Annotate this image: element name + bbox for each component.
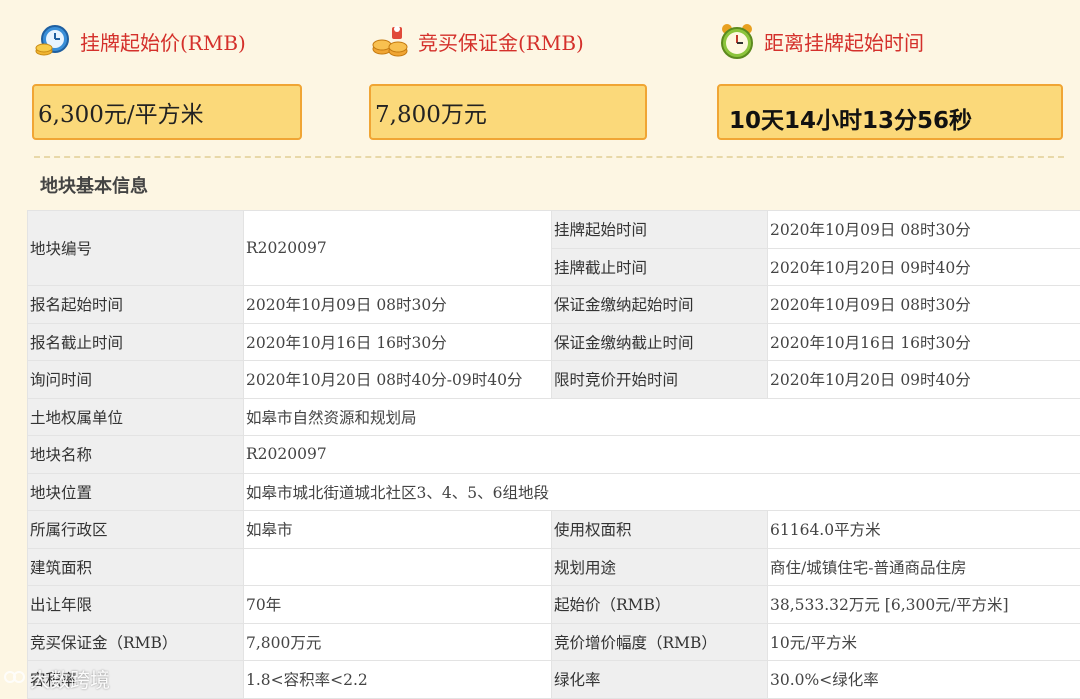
deposit-header: 竞买保证金(RMB)	[372, 22, 584, 60]
deposit-label: 竞买保证金(RMB)	[418, 27, 584, 56]
watermark-logo-icon	[4, 667, 26, 691]
value-building-area	[244, 548, 552, 586]
countdown-value: 10天14小时13分56秒	[717, 84, 1063, 140]
label-inquiry-time: 询问时间	[28, 361, 244, 399]
label-building-area: 建筑面积	[28, 548, 244, 586]
section-title: 地块基本信息	[40, 172, 148, 198]
table-row: 出让年限 70年 起始价（RMB） 38,533.32万元 [6,300元/平方…	[28, 586, 1080, 624]
value-district: 如皋市	[244, 511, 552, 549]
value-signup-end-time: 2020年10月16日 16时30分	[244, 323, 552, 361]
table-row: 询问时间 2020年10月20日 08时40分-09时40分 限时竞价开始时间 …	[28, 361, 1080, 399]
label-starting-price: 起始价（RMB）	[552, 586, 768, 624]
label-land-owner: 土地权属单位	[28, 398, 244, 436]
table-row: 容积率 1.8<容积率<2.2 绿化率 30.0%<绿化率	[28, 661, 1080, 699]
table-row: 报名起始时间 2020年10月09日 08时30分 保证金缴纳起始时间 2020…	[28, 286, 1080, 324]
label-deposit-start-time: 保证金缴纳起始时间	[552, 286, 768, 324]
watermark: 大数跨境	[4, 664, 110, 693]
value-listing-start-time: 2020年10月09日 08时30分	[768, 211, 1080, 249]
start-price-label: 挂牌起始价(RMB)	[80, 27, 246, 56]
coins-icon	[372, 22, 410, 60]
label-listing-end-time: 挂牌截止时间	[552, 248, 768, 286]
label-green-ratio: 绿化率	[552, 661, 768, 699]
clock-coin-icon	[34, 22, 72, 60]
value-timed-bid-start: 2020年10月20日 09时40分	[768, 361, 1080, 399]
value-lease-term: 70年	[244, 586, 552, 624]
countdown-header: 距离挂牌起始时间	[718, 22, 924, 60]
dashed-divider	[34, 156, 1064, 158]
label-signup-start-time: 报名起始时间	[28, 286, 244, 324]
value-planned-use: 商住/城镇住宅-普通商品住房	[768, 548, 1080, 586]
label-deposit-end-time: 保证金缴纳截止时间	[552, 323, 768, 361]
label-planned-use: 规划用途	[552, 548, 768, 586]
value-signup-start-time: 2020年10月09日 08时30分	[244, 286, 552, 324]
table-row: 地块位置 如皋市城北街道城北社区3、4、5、6组地段	[28, 473, 1080, 511]
value-bid-deposit: 7,800万元	[244, 623, 552, 661]
label-bid-increment: 竞价增价幅度（RMB）	[552, 623, 768, 661]
value-use-area: 61164.0平方米	[768, 511, 1080, 549]
table-row: 竞买保证金（RMB） 7,800万元 竞价增价幅度（RMB） 10元/平方米	[28, 623, 1080, 661]
label-listing-start-time: 挂牌起始时间	[552, 211, 768, 249]
alarm-clock-icon	[718, 22, 756, 60]
land-info-table: 地块编号 R2020097 挂牌起始时间 2020年10月09日 08时30分 …	[27, 210, 1080, 699]
value-bid-increment: 10元/平方米	[768, 623, 1080, 661]
watermark-text: 大数跨境	[30, 664, 110, 693]
table-row: 地块编号 R2020097 挂牌起始时间 2020年10月09日 08时30分	[28, 211, 1080, 249]
table-row: 建筑面积 规划用途 商住/城镇住宅-普通商品住房	[28, 548, 1080, 586]
start-price-value: 6,300元/平方米	[32, 84, 302, 140]
value-listing-end-time: 2020年10月20日 09时40分	[768, 248, 1080, 286]
value-inquiry-time: 2020年10月20日 08时40分-09时40分	[244, 361, 552, 399]
label-parcel-location: 地块位置	[28, 473, 244, 511]
label-parcel-number: 地块编号	[28, 211, 244, 286]
value-green-ratio: 30.0%<绿化率	[768, 661, 1080, 699]
label-district: 所属行政区	[28, 511, 244, 549]
value-land-owner: 如皋市自然资源和规划局	[244, 398, 1080, 436]
deposit-value: 7,800万元	[369, 84, 647, 140]
table-row: 土地权属单位 如皋市自然资源和规划局	[28, 398, 1080, 436]
value-parcel-number: R2020097	[244, 211, 552, 286]
table-row: 报名截止时间 2020年10月16日 16时30分 保证金缴纳截止时间 2020…	[28, 323, 1080, 361]
start-price-header: 挂牌起始价(RMB)	[34, 22, 246, 60]
value-starting-price: 38,533.32万元 [6,300元/平方米]	[768, 586, 1080, 624]
countdown-label: 距离挂牌起始时间	[764, 27, 924, 56]
label-parcel-name: 地块名称	[28, 436, 244, 474]
value-deposit-start-time: 2020年10月09日 08时30分	[768, 286, 1080, 324]
table-row: 所属行政区 如皋市 使用权面积 61164.0平方米	[28, 511, 1080, 549]
label-lease-term: 出让年限	[28, 586, 244, 624]
table-row: 地块名称 R2020097	[28, 436, 1080, 474]
value-parcel-location: 如皋市城北街道城北社区3、4、5、6组地段	[244, 473, 1080, 511]
label-use-area: 使用权面积	[552, 511, 768, 549]
label-timed-bid-start: 限时竞价开始时间	[552, 361, 768, 399]
label-bid-deposit: 竞买保证金（RMB）	[28, 623, 244, 661]
value-plot-ratio: 1.8<容积率<2.2	[244, 661, 552, 699]
value-deposit-end-time: 2020年10月16日 16时30分	[768, 323, 1080, 361]
value-parcel-name: R2020097	[244, 436, 1080, 474]
label-signup-end-time: 报名截止时间	[28, 323, 244, 361]
